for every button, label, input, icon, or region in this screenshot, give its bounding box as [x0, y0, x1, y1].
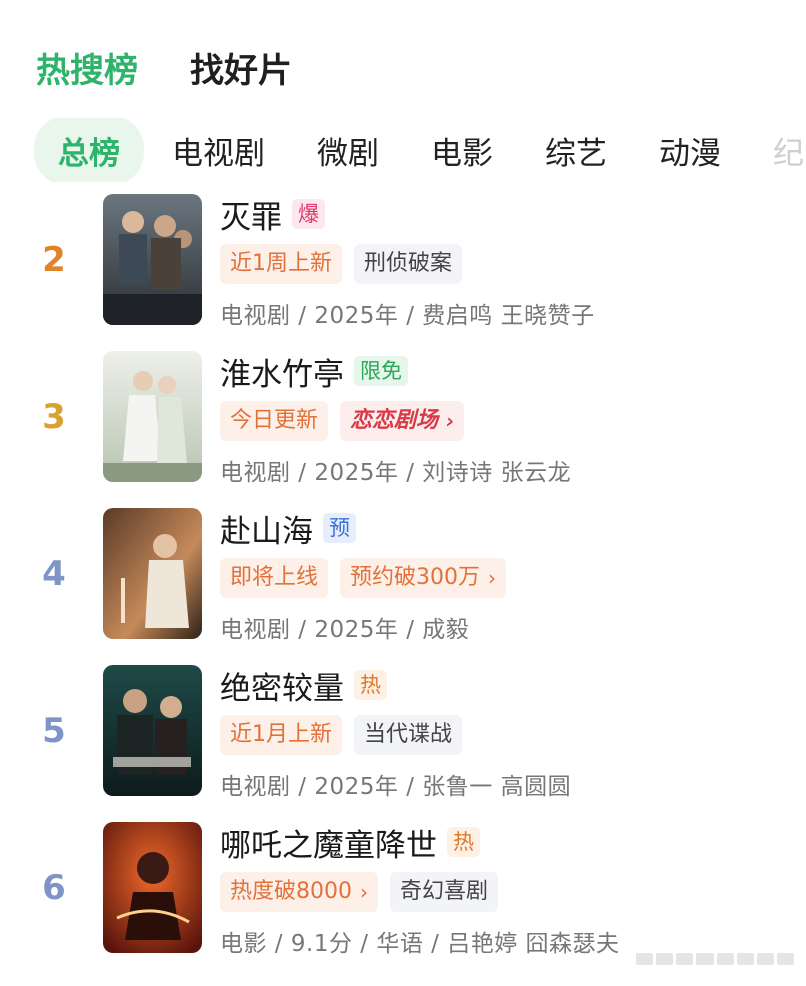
poster-image[interactable]: [103, 508, 202, 639]
status-badge: 热: [354, 670, 387, 700]
category-tab-bar: 总榜 电视剧 微剧 电影 综艺 动漫 纪: [34, 118, 806, 182]
top-tab-bar: 热搜榜 找好片: [36, 42, 344, 92]
tab-hot-search[interactable]: 热搜榜: [36, 43, 138, 92]
theater-logo-text: 恋恋剧场: [350, 408, 439, 433]
genre-tag: 刑侦破案: [354, 244, 463, 284]
status-badge: 限免: [354, 356, 408, 386]
item-title[interactable]: 哪吒之魔童降世: [220, 820, 437, 865]
item-title[interactable]: 灭罪: [220, 192, 282, 237]
update-tag: 今日更新: [220, 401, 329, 441]
poster-image[interactable]: [103, 665, 202, 796]
reservation-label: 预约破300万: [350, 565, 481, 590]
item-meta: 电视剧 / 2025年 / 张鲁一 高圆圆: [220, 774, 572, 800]
rank-number: 5: [42, 711, 66, 751]
tab-anime[interactable]: 动漫: [659, 128, 721, 173]
ranking-list: 2 灭罪 爆 近1周上新 刑侦破案 电视剧 / 2025年 / 费启鸣 王晓赞子…: [0, 192, 806, 977]
status-badge: 热: [447, 827, 480, 857]
heat-link[interactable]: 热度破8000 ›: [220, 872, 378, 912]
status-badge: 预: [323, 513, 356, 543]
watermark-bar: [636, 953, 794, 965]
update-tag: 近1月上新: [220, 715, 342, 755]
tab-micro-drama[interactable]: 微剧: [317, 128, 379, 173]
list-item[interactable]: 5 绝密较量 热 近1月上新 当代谍战 电视剧 / 2025年 / 张鲁一 高圆…: [0, 663, 806, 820]
heat-label: 热度破8000: [230, 879, 352, 904]
chevron-right-icon: ›: [360, 880, 368, 904]
chevron-right-icon: ›: [488, 566, 497, 590]
poster-image[interactable]: [103, 822, 202, 953]
update-tag: 即将上线: [220, 558, 329, 598]
list-item[interactable]: 3 淮水竹亭 限免 今日更新 恋恋剧场 › 电视剧 / 2025年 / 刘诗诗 …: [0, 349, 806, 506]
item-info: 绝密较量 热 近1月上新 当代谍战 电视剧 / 2025年 / 张鲁一 高圆圆: [220, 663, 796, 801]
item-info: 灭罪 爆 近1周上新 刑侦破案 电视剧 / 2025年 / 费启鸣 王晓赞子: [220, 192, 796, 330]
tab-variety[interactable]: 综艺: [545, 128, 607, 173]
list-item[interactable]: 4 赴山海 预 即将上线 预约破300万 › 电视剧 / 2025年 / 成毅: [0, 506, 806, 663]
genre-tag: 奇幻喜剧: [390, 872, 499, 912]
reservation-link[interactable]: 预约破300万 ›: [340, 558, 507, 598]
tab-documentary[interactable]: 纪: [773, 128, 804, 173]
item-info: 赴山海 预 即将上线 预约破300万 › 电视剧 / 2025年 / 成毅: [220, 506, 796, 644]
genre-tag: 当代谍战: [354, 715, 463, 755]
tab-movie[interactable]: 电影: [431, 128, 493, 173]
rank-number: 4: [42, 554, 66, 594]
tab-find-good-films[interactable]: 找好片: [190, 43, 292, 92]
rank-number: 3: [42, 397, 66, 437]
rank-number: 6: [42, 868, 66, 908]
poster-image[interactable]: [103, 351, 202, 482]
chevron-right-icon: ›: [446, 409, 455, 433]
item-title[interactable]: 淮水竹亭: [220, 349, 344, 394]
update-tag: 近1周上新: [220, 244, 342, 284]
theater-link[interactable]: 恋恋剧场 ›: [340, 401, 465, 441]
list-item[interactable]: 2 灭罪 爆 近1周上新 刑侦破案 电视剧 / 2025年 / 费启鸣 王晓赞子: [0, 192, 806, 349]
item-title[interactable]: 赴山海: [220, 506, 313, 551]
item-meta: 电视剧 / 2025年 / 成毅: [220, 617, 470, 643]
status-badge: 爆: [292, 199, 325, 229]
tab-overall[interactable]: 总榜: [34, 118, 144, 182]
tab-tv-series[interactable]: 电视剧: [172, 128, 265, 173]
poster-image[interactable]: [103, 194, 202, 325]
item-info: 淮水竹亭 限免 今日更新 恋恋剧场 › 电视剧 / 2025年 / 刘诗诗 张云…: [220, 349, 796, 487]
item-title[interactable]: 绝密较量: [220, 663, 344, 708]
item-info: 哪吒之魔童降世 热 热度破8000 › 奇幻喜剧 电影 / 9.1分 / 华语 …: [220, 820, 796, 958]
item-meta: 电视剧 / 2025年 / 费启鸣 王晓赞子: [220, 303, 595, 329]
item-meta: 电视剧 / 2025年 / 刘诗诗 张云龙: [220, 460, 572, 486]
rank-number: 2: [42, 240, 66, 280]
